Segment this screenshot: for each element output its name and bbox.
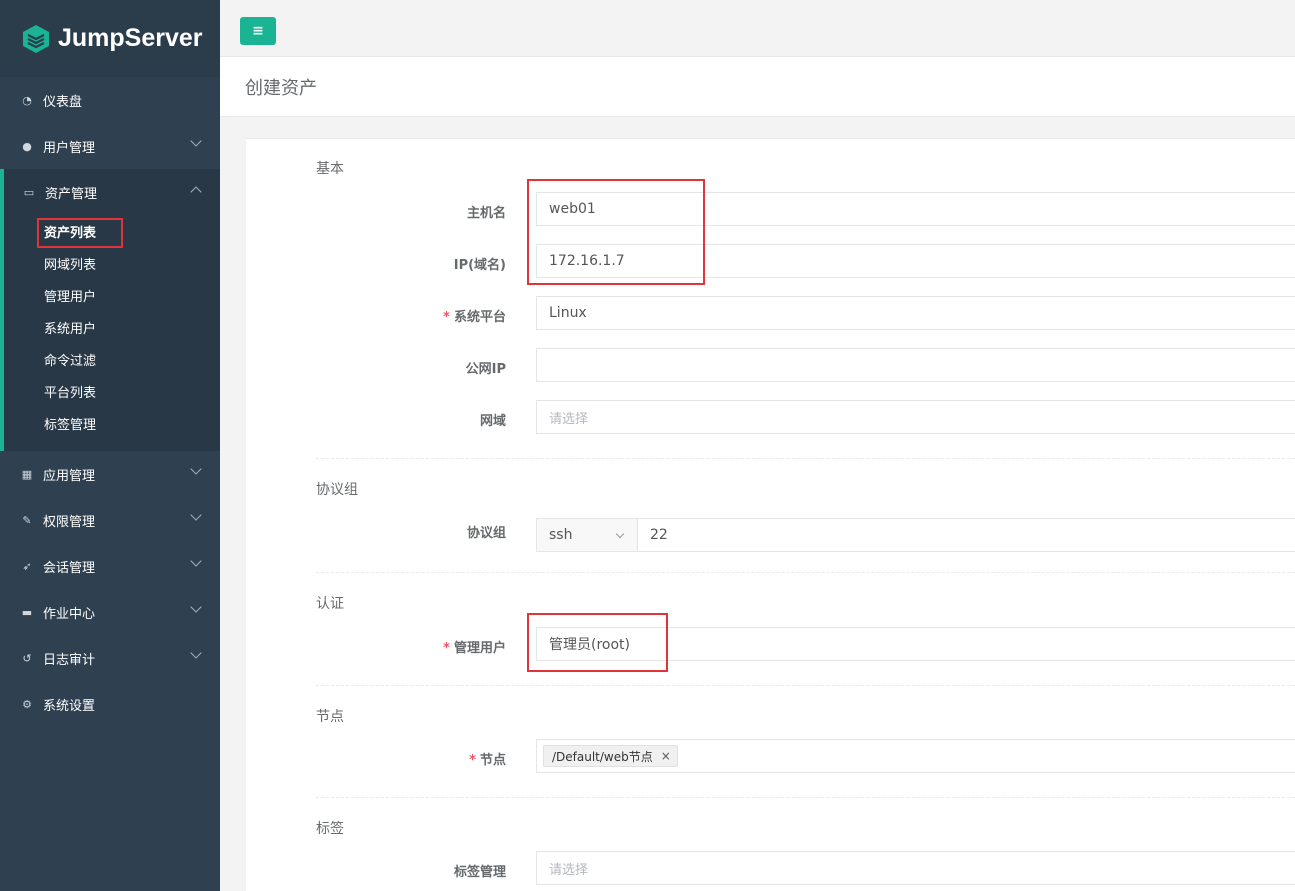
public-ip-label: 公网IP xyxy=(465,362,506,377)
sidebar-subitem-label-management[interactable]: 标签管理 xyxy=(4,407,220,439)
page-title: 创建资产 xyxy=(245,78,317,99)
coffee-icon: ▬ xyxy=(21,605,33,619)
sidebar-item-label: 日志审计 xyxy=(43,652,96,668)
sidebar-item-permissions[interactable]: ✎ 权限管理 xyxy=(0,497,220,543)
labels-label: 标签管理 xyxy=(453,865,506,880)
top-navbar: ≡ xyxy=(220,0,1295,57)
sidebar-subitem-command-filters[interactable]: 命令过滤 xyxy=(4,343,220,375)
edit-icon: ✎ xyxy=(22,513,32,527)
protocol-port-input[interactable]: 22 xyxy=(637,518,1295,552)
tag-remove-icon[interactable]: × xyxy=(661,749,671,763)
main-content: 基本 主机名 web01 IP(域名) 172.16.1.7 * 系统平台 Lin… xyxy=(220,117,1295,891)
sidebar-item-sessions[interactable]: ➶ 会话管理 xyxy=(0,543,220,589)
section-divider xyxy=(316,797,1295,798)
sidebar-item-label: 仪表盘 xyxy=(43,94,83,110)
hostname-label: 主机名 xyxy=(466,206,506,221)
labels-select[interactable]: 请选择 xyxy=(536,851,1295,885)
section-title-basic: 基本 xyxy=(316,161,344,177)
admin-user-label: * 管理用户 xyxy=(443,641,506,656)
platform-label: * 系统平台 xyxy=(443,310,506,325)
sidebar-subitem-asset-list[interactable]: 资产列表 xyxy=(4,215,220,247)
sidebar-item-settings[interactable]: ⚙ 系统设置 xyxy=(0,681,220,727)
ip-label: IP(域名) xyxy=(453,258,506,273)
sidebar-item-label: 系统设置 xyxy=(43,698,96,714)
sidebar-item-label: 作业中心 xyxy=(43,606,96,622)
node-tag: /Default/web节点 × xyxy=(543,745,678,767)
nodes-select[interactable]: /Default/web节点 × xyxy=(536,739,1295,773)
history-icon: ↺ xyxy=(22,651,32,665)
chevron-down-icon xyxy=(190,601,202,613)
jumpserver-logo-icon xyxy=(23,24,49,53)
chevron-down-icon xyxy=(190,647,202,659)
users-icon: ● xyxy=(22,139,32,153)
section-divider xyxy=(316,458,1295,459)
sidebar-subitem-platform-list[interactable]: 平台列表 xyxy=(4,375,220,407)
sidebar-subitem-system-users[interactable]: 系统用户 xyxy=(4,311,220,343)
logo[interactable]: JumpServer xyxy=(0,0,220,77)
sidebar: JumpServer ◔ 仪表盘 ● 用户管理 ▭ 资产管理 资产列表 网域列表… xyxy=(0,0,220,891)
protocols-label: 协议组 xyxy=(466,526,506,541)
section-divider xyxy=(316,572,1295,573)
sidebar-item-assets[interactable]: ▭ 资产管理 xyxy=(4,169,220,215)
dashboard-icon: ◔ xyxy=(22,93,32,107)
platform-select[interactable]: Linux xyxy=(536,296,1295,330)
section-divider xyxy=(316,685,1295,686)
nodes-label: * 节点 xyxy=(469,753,506,768)
sidebar-item-label: 用户管理 xyxy=(43,140,96,156)
chevron-down-icon xyxy=(190,135,202,147)
chevron-down-icon xyxy=(190,463,202,475)
rocket-icon: ➶ xyxy=(22,559,32,573)
sidebar-item-applications[interactable]: ▦ 应用管理 xyxy=(0,451,220,497)
section-title-labels: 标签 xyxy=(316,821,344,837)
domain-label: 网域 xyxy=(479,414,506,429)
gears-icon: ⚙ xyxy=(22,697,32,711)
sidebar-group-assets: ▭ 资产管理 资产列表 网域列表 管理用户 系统用户 命令过滤 平台列表 标签管… xyxy=(0,169,220,451)
sidebar-item-audits[interactable]: ↺ 日志审计 xyxy=(0,635,220,681)
public-ip-input[interactable] xyxy=(536,348,1295,382)
grid-icon: ▦ xyxy=(21,467,33,481)
page-heading: 创建资产 xyxy=(220,57,1295,117)
admin-user-select[interactable]: 管理员(root) xyxy=(536,627,1295,661)
chevron-down-icon xyxy=(615,529,625,539)
sidebar-item-dashboard[interactable]: ◔ 仪表盘 xyxy=(0,77,220,123)
section-title-node: 节点 xyxy=(316,709,344,725)
chevron-up-icon xyxy=(190,186,202,198)
asset-create-form: 基本 主机名 web01 IP(域名) 172.16.1.7 * 系统平台 Lin… xyxy=(246,138,1295,891)
ip-input[interactable]: 172.16.1.7 xyxy=(536,244,1295,278)
chevron-down-icon xyxy=(190,555,202,567)
hostname-input[interactable]: web01 xyxy=(536,192,1295,226)
section-title-auth: 认证 xyxy=(316,596,344,612)
sidebar-subitem-admin-users[interactable]: 管理用户 xyxy=(4,279,220,311)
sidebar-subitem-domain-list[interactable]: 网域列表 xyxy=(4,247,220,279)
sidebar-item-jobs[interactable]: ▬ 作业中心 xyxy=(0,589,220,635)
protocol-select[interactable]: ssh xyxy=(536,518,638,552)
chevron-down-icon xyxy=(190,509,202,521)
sidebar-item-label: 权限管理 xyxy=(43,514,96,530)
sidebar-item-users[interactable]: ● 用户管理 xyxy=(0,123,220,169)
required-mark: * xyxy=(469,753,476,768)
domain-select[interactable]: 请选择 xyxy=(536,400,1295,434)
app-name: JumpServer xyxy=(58,24,203,52)
sidebar-toggle-button[interactable]: ≡ xyxy=(240,17,276,45)
sidebar-item-label: 会话管理 xyxy=(43,560,96,576)
required-mark: * xyxy=(443,641,450,656)
sidebar-item-label: 应用管理 xyxy=(43,468,96,484)
inbox-icon: ▭ xyxy=(23,185,35,199)
required-mark: * xyxy=(443,310,450,325)
sidebar-item-label: 资产管理 xyxy=(45,186,98,202)
section-title-protocol: 协议组 xyxy=(316,482,358,498)
